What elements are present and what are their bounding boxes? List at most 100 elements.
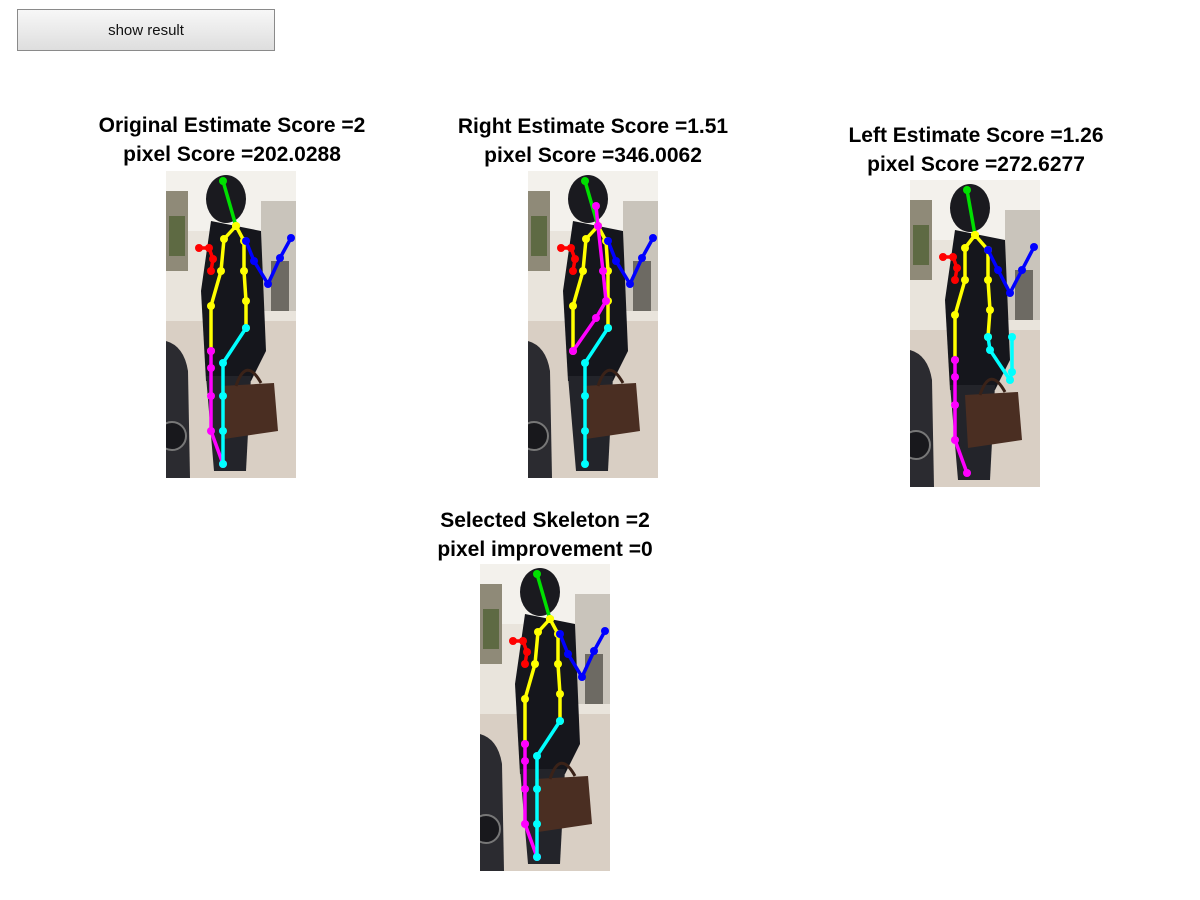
skeleton-joint — [523, 648, 531, 656]
skeleton-joint — [521, 740, 529, 748]
skeleton-joint — [581, 359, 589, 367]
skeleton-joint — [195, 244, 203, 252]
original-estimate-score: Original Estimate Score =2 — [98, 114, 366, 137]
skeleton-joint — [604, 324, 612, 332]
skeleton-joint — [242, 237, 250, 245]
skeleton-joint — [638, 254, 646, 262]
skeleton-joint — [963, 469, 971, 477]
skeleton-joint — [1008, 368, 1016, 376]
skeleton-joint — [939, 253, 947, 261]
skeleton-joint — [533, 820, 541, 828]
skeleton-joint — [232, 222, 240, 230]
skeleton-joint — [556, 630, 564, 638]
skeleton-joint — [953, 264, 961, 272]
right-panel-title: Right Estimate Score =1.51 pixel Score =… — [443, 112, 743, 170]
skeleton-joint — [250, 257, 258, 265]
skeleton-joint — [521, 660, 529, 668]
selected-panel-title: Selected Skeleton =2 pixel improvement =… — [395, 506, 695, 564]
skeleton-joint — [949, 253, 957, 261]
skeleton-joint — [209, 255, 217, 263]
skeleton-joint — [1008, 333, 1016, 341]
skeleton-joint — [521, 757, 529, 765]
photo-canvas — [166, 171, 296, 478]
bag — [221, 383, 278, 439]
skeleton-joint — [264, 280, 272, 288]
skeleton-joint — [581, 177, 589, 185]
right-estimate-score: Right Estimate Score =1.51 — [457, 115, 729, 138]
skeleton-joint — [604, 237, 612, 245]
skeleton-joint — [951, 356, 959, 364]
skeleton-joint — [592, 314, 600, 322]
skeleton-joint — [951, 373, 959, 381]
selected-skeleton-label: Selected Skeleton =2 — [440, 509, 650, 532]
skeleton-joint — [569, 302, 577, 310]
skeleton-joint — [961, 244, 969, 252]
photo-canvas — [528, 171, 658, 478]
skeleton-joint — [571, 255, 579, 263]
skeleton-joint — [219, 460, 227, 468]
skeleton-joint — [557, 244, 565, 252]
skeleton-joint — [649, 234, 657, 242]
left-estimate-score: Left Estimate Score =1.26 — [848, 124, 1104, 147]
car-wheel — [910, 430, 931, 460]
bag — [965, 392, 1022, 448]
skeleton-joint — [219, 427, 227, 435]
plant-leaves — [913, 225, 929, 265]
left-panel-title: Left Estimate Score =1.26 pixel Score =2… — [826, 121, 1126, 179]
skeleton-joint — [242, 297, 250, 305]
skeleton-joint — [533, 752, 541, 760]
skeleton-joint — [951, 401, 959, 409]
skeleton-joint — [602, 297, 610, 305]
skeleton-joint — [219, 359, 227, 367]
skeleton-joint — [581, 427, 589, 435]
plant-leaves — [531, 216, 547, 256]
skeleton-joint — [531, 660, 539, 668]
skeleton-joint — [219, 392, 227, 400]
skeleton-joint — [594, 222, 602, 230]
skeleton-joint — [207, 364, 215, 372]
skeleton-joint — [1018, 266, 1026, 274]
skeleton-joint — [556, 690, 564, 698]
skeleton-joint — [592, 202, 600, 210]
car-wheel — [166, 421, 187, 451]
pixel-improvement-label: pixel improvement =0 — [437, 538, 653, 561]
skeleton-joint — [521, 785, 529, 793]
skeleton-joint — [569, 267, 577, 275]
skeleton-joint — [534, 628, 542, 636]
skeleton-joint — [1006, 289, 1014, 297]
photo-canvas — [910, 180, 1040, 487]
skeleton-joint — [581, 392, 589, 400]
skeleton-joint — [984, 333, 992, 341]
skeleton-joint — [533, 785, 541, 793]
skeleton-joint — [569, 347, 577, 355]
show-result-button[interactable]: show result — [17, 9, 275, 51]
left-skeleton-image — [910, 180, 1040, 487]
skeleton-joint — [220, 235, 228, 243]
skeleton-joint — [519, 637, 527, 645]
skeleton-joint — [205, 244, 213, 252]
skeleton-joint — [984, 276, 992, 284]
plant-leaves — [169, 216, 185, 256]
plant-leaves — [483, 609, 499, 649]
figure-window: show result Original Estimate Score =2 p… — [0, 0, 1200, 900]
skeleton-joint — [207, 267, 215, 275]
skeleton-joint — [612, 257, 620, 265]
skeleton-joint — [521, 695, 529, 703]
original-pixel-score: pixel Score =202.0288 — [123, 143, 341, 166]
original-panel-title: Original Estimate Score =2 pixel Score =… — [82, 111, 382, 169]
selected-skeleton-image — [480, 564, 610, 871]
skeleton-joint — [207, 427, 215, 435]
skeleton-joint — [521, 820, 529, 828]
bag — [583, 383, 640, 439]
skeleton-joint — [986, 346, 994, 354]
skeleton-joint — [994, 266, 1002, 274]
skeleton-joint — [207, 302, 215, 310]
skeleton-joint — [567, 244, 575, 252]
skeleton-joint — [581, 460, 589, 468]
original-skeleton-image — [166, 171, 296, 478]
skeleton-joint — [986, 306, 994, 314]
skeleton-joint — [1030, 243, 1038, 251]
skeleton-joint — [533, 853, 541, 861]
car-wheel — [480, 814, 501, 844]
skeleton-joint — [564, 650, 572, 658]
